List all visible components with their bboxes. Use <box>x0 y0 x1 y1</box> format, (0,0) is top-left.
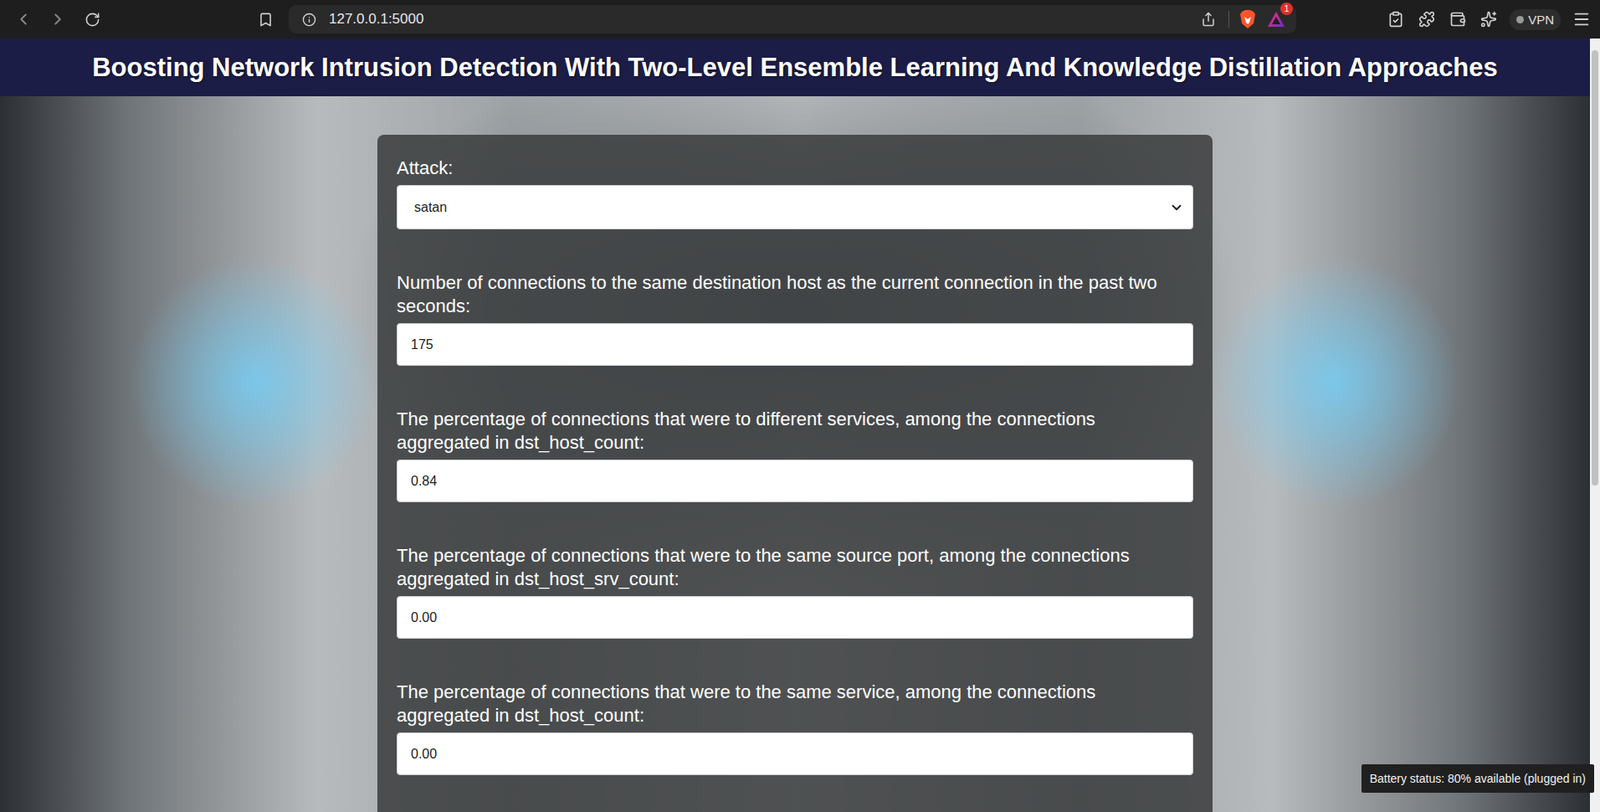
field-label: The percentage of connections that were … <box>396 680 1194 728</box>
clipboard-icon[interactable] <box>1385 9 1406 30</box>
input-field: The percentage of connections that were … <box>396 543 1194 639</box>
status-tooltip: Battery status: 80% available (plugged i… <box>1361 764 1595 793</box>
text-input[interactable] <box>396 459 1194 503</box>
puzzle-icon[interactable] <box>1416 9 1437 30</box>
select-value: satan <box>414 200 447 216</box>
page-title: Boosting Network Intrusion Detection Wit… <box>92 52 1498 83</box>
url-text: 127.0.0.1:5000 <box>328 10 1189 28</box>
brave-icon[interactable] <box>1239 10 1257 29</box>
scrollbar[interactable] <box>1589 38 1600 812</box>
browser-toolbar: 127.0.0.1:5000 1 VPN <box>0 0 1600 39</box>
reload-icon[interactable] <box>82 9 103 30</box>
text-input[interactable] <box>396 323 1194 366</box>
scrollbar-thumb[interactable] <box>1591 50 1599 486</box>
info-icon[interactable] <box>298 9 319 30</box>
field-label: Attack: <box>396 156 1194 180</box>
select-field: Attack: satan <box>396 156 1194 230</box>
field-label: The percentage of connections that were … <box>396 407 1194 455</box>
bookmark-icon[interactable] <box>257 11 274 28</box>
browser-window: 127.0.0.1:5000 1 VPN Boosting Network Intru… <box>0 0 1600 812</box>
address-bar[interactable]: 127.0.0.1:5000 1 <box>288 5 1297 34</box>
field-label: Number of connections to the same destin… <box>396 271 1194 318</box>
share-icon[interactable] <box>1198 9 1219 30</box>
wallet-icon[interactable] <box>1447 9 1468 30</box>
page-viewport: Boosting Network Intrusion Detection Wit… <box>0 38 1600 812</box>
badge: 1 <box>1280 2 1293 16</box>
nav-buttons <box>13 9 103 30</box>
back-icon[interactable] <box>13 9 34 30</box>
chevron-down-icon <box>1169 200 1185 216</box>
page-header: Boosting Network Intrusion Detection Wit… <box>0 38 1590 97</box>
input-field: Number of connections to the same destin… <box>396 271 1194 366</box>
page-content: Boosting Network Intrusion Detection Wit… <box>0 38 1590 812</box>
text-input[interactable] <box>396 595 1194 639</box>
extensions-area: VPN <box>1385 9 1592 31</box>
form-panel: Attack: satan Number of connections to the… <box>377 134 1213 812</box>
vpn-label: VPN <box>1528 12 1554 27</box>
input-field: The percentage of connections that were … <box>396 407 1194 503</box>
field-label: The percentage of connections that were … <box>396 543 1194 591</box>
rewards-button[interactable]: 1 <box>1266 9 1287 30</box>
background-image: Attack: satan Number of connections to the… <box>0 96 1590 812</box>
menu-icon[interactable] <box>1571 9 1592 30</box>
sparkles-icon[interactable] <box>1478 9 1499 30</box>
input-field: The percentage of connections that were … <box>396 680 1194 775</box>
attack-select[interactable]: satan <box>396 184 1194 230</box>
vpn-status-dot <box>1516 15 1524 24</box>
vpn-button[interactable]: VPN <box>1509 9 1561 31</box>
separator <box>1228 10 1230 28</box>
text-input[interactable] <box>396 732 1194 775</box>
forward-icon[interactable] <box>47 9 68 30</box>
